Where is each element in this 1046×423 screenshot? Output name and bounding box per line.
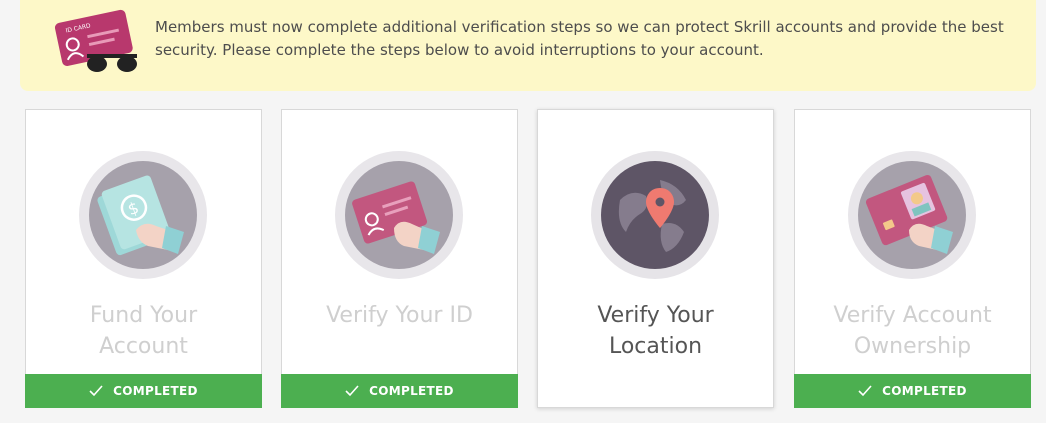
step-illustration [334, 150, 464, 280]
verification-banner: ID CARD Members must now complete additi… [20, 0, 1036, 91]
step-illustration [590, 150, 720, 280]
money-hand-icon: $ [79, 151, 207, 279]
step-title: Verify Your ID [326, 303, 473, 328]
completed-status-bar: COMPLETED [794, 374, 1031, 408]
status-label: COMPLETED [882, 384, 967, 398]
step-title: Fund Your Account [89, 303, 198, 359]
step-illustration [847, 150, 977, 280]
step-illustration: $ [78, 150, 208, 280]
step-title: Verify Account Ownership [833, 303, 992, 359]
banner-message: Members must now complete additional ver… [155, 18, 1004, 59]
step-card-verify-id[interactable]: Verify Your ID COMPLETED [281, 109, 518, 408]
completed-status-bar: COMPLETED [25, 374, 262, 408]
completed-status-bar: COMPLETED [281, 374, 518, 408]
step-card-fund-account[interactable]: $ Fund Your Account COMPLETED [25, 109, 262, 408]
step-card-verify-ownership[interactable]: Verify Account Ownership COMPLETED [794, 109, 1031, 408]
step-card-verify-location[interactable]: Verify Your Location [537, 109, 774, 408]
card-photo-hand-icon [848, 151, 976, 279]
globe-location-pin-icon [591, 151, 719, 279]
status-label: COMPLETED [369, 384, 454, 398]
id-card-sunglasses-icon: ID CARD [54, 9, 137, 72]
id-card-hand-icon [335, 151, 463, 279]
checkmark-icon [345, 385, 359, 397]
checkmark-icon [89, 385, 103, 397]
status-label: COMPLETED [113, 384, 198, 398]
step-title: Verify Your Location [597, 303, 714, 359]
checkmark-icon [858, 385, 872, 397]
